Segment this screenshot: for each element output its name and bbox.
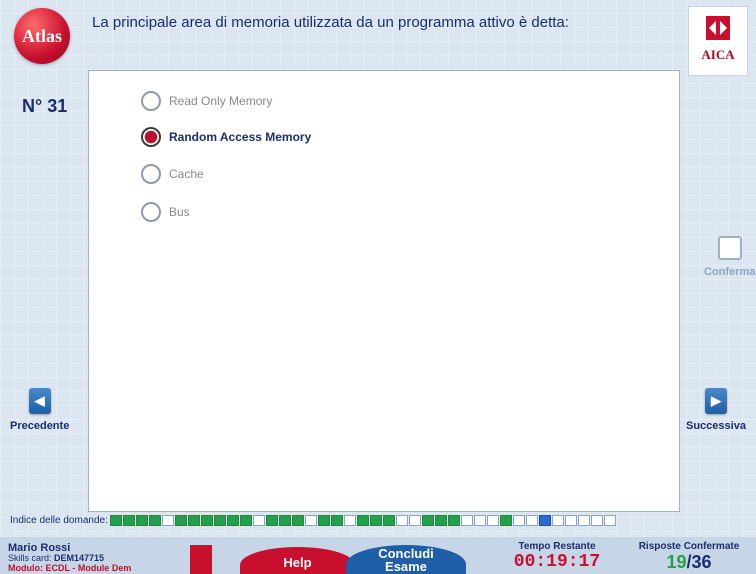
question-index-cell[interactable] xyxy=(408,515,421,526)
skills-card-prefix: Skills card: xyxy=(8,553,52,563)
question-index-cell[interactable] xyxy=(434,515,447,526)
module-name: Modulo: ECDL - Module Dem xyxy=(8,563,132,573)
arrow-right-icon: ▶ xyxy=(704,388,727,414)
question-index-cell[interactable] xyxy=(148,515,161,526)
confirmed-count: 19 xyxy=(666,552,687,572)
option-read-only-memory[interactable]: Read Only Memory xyxy=(141,91,272,111)
question-index-cell[interactable] xyxy=(538,515,551,526)
question-index-cell[interactable] xyxy=(525,515,538,526)
atlas-logo: Atlas xyxy=(14,8,70,64)
question-text: La principale area di memoria utilizzata… xyxy=(92,14,569,31)
question-index-cell[interactable] xyxy=(161,515,174,526)
question-index-cell[interactable] xyxy=(226,515,239,526)
question-index-cell[interactable] xyxy=(447,515,460,526)
checkbox-icon xyxy=(717,236,742,260)
question-index-label: Indice delle domande: xyxy=(10,515,108,526)
confirm-button[interactable]: Conferma xyxy=(704,236,755,278)
confirmed-title: Risposte Confermate xyxy=(638,541,740,552)
question-index-cell[interactable] xyxy=(343,515,356,526)
skills-card: Skills card: DEM147715 xyxy=(8,553,131,563)
question-index-cell[interactable] xyxy=(278,515,291,526)
radio-button-selected[interactable] xyxy=(141,127,161,147)
option-label: Cache xyxy=(169,167,204,181)
next-label: Successiva xyxy=(686,420,746,432)
question-index-cell[interactable] xyxy=(174,515,187,526)
question-index-cell[interactable] xyxy=(577,515,590,526)
confirm-label: Conferma xyxy=(704,266,756,278)
question-index-cell[interactable] xyxy=(551,515,564,526)
time-title: Tempo Restante xyxy=(518,541,596,552)
question-index-cell[interactable] xyxy=(590,515,603,526)
question-index-cell[interactable] xyxy=(486,515,499,526)
question-index-cell[interactable] xyxy=(122,515,135,526)
question-index-cell[interactable] xyxy=(200,515,213,526)
question-index-cell[interactable] xyxy=(473,515,486,526)
question-index-cell[interactable] xyxy=(291,515,304,526)
question-index-cell[interactable] xyxy=(460,515,473,526)
decorative-red-block xyxy=(190,545,212,574)
option-label: Random Access Memory xyxy=(169,130,312,144)
question-index-cell[interactable] xyxy=(512,515,525,526)
question-index-cell[interactable] xyxy=(109,515,122,526)
option-bus[interactable]: Bus xyxy=(141,202,190,222)
question-index-cell[interactable] xyxy=(421,515,434,526)
confirmed-value: 19/36 xyxy=(624,552,754,573)
option-label: Read Only Memory xyxy=(169,94,273,108)
question-index-cell[interactable] xyxy=(135,515,148,526)
end-exam-label-2: Esame xyxy=(385,559,427,574)
question-index-cell[interactable] xyxy=(213,515,226,526)
question-index-cell[interactable] xyxy=(395,515,408,526)
question-index-cell[interactable] xyxy=(356,515,369,526)
question-index-cell[interactable] xyxy=(330,515,343,526)
user-info: Mario Rossi Skills card: DEM147715 Modul… xyxy=(8,542,132,574)
previous-button[interactable]: ◀ Precedente xyxy=(10,388,69,432)
option-label: Bus xyxy=(169,205,190,219)
question-index-cell[interactable] xyxy=(304,515,317,526)
question-index-cell[interactable] xyxy=(252,515,265,526)
arrow-left-icon: ◀ xyxy=(28,388,51,414)
user-name: Mario Rossi xyxy=(8,542,71,554)
question-index-cell[interactable] xyxy=(317,515,330,526)
radio-button[interactable] xyxy=(141,91,161,111)
footer-bar: Mario Rossi Skills card: DEM147715 Modul… xyxy=(0,537,756,574)
confirmed-answers: Risposte Confermate 19/36 xyxy=(624,541,754,573)
help-label: Help xyxy=(283,555,312,570)
aica-label: AICA xyxy=(701,47,735,62)
help-button[interactable]: Help xyxy=(240,547,355,574)
option-cache[interactable]: Cache xyxy=(141,164,204,184)
aica-logo: AICA xyxy=(688,6,748,76)
question-index-cells xyxy=(109,515,616,526)
atlas-logo-text: Atlas xyxy=(22,25,62,46)
previous-label: Precedente xyxy=(10,420,70,432)
end-exam-button[interactable]: Concludi Esame xyxy=(346,545,466,574)
question-index: Indice delle domande: xyxy=(10,515,616,526)
question-index-cell[interactable] xyxy=(369,515,382,526)
time-value: 00:19:17 xyxy=(513,552,601,572)
question-index-cell[interactable] xyxy=(239,515,252,526)
option-random-access-memory[interactable]: Random Access Memory xyxy=(141,127,311,147)
question-number: N° 31 xyxy=(22,96,68,116)
confirmed-total: /36 xyxy=(686,552,712,572)
time-remaining: Tempo Restante 00:19:17 xyxy=(502,541,612,572)
question-index-cell[interactable] xyxy=(603,515,616,526)
question-index-cell[interactable] xyxy=(382,515,395,526)
skills-card-id: DEM147715 xyxy=(54,553,105,563)
question-index-cell[interactable] xyxy=(564,515,577,526)
radio-button[interactable] xyxy=(141,202,161,222)
aica-mark-icon xyxy=(706,16,730,40)
question-index-cell[interactable] xyxy=(265,515,278,526)
question-index-cell[interactable] xyxy=(187,515,200,526)
question-index-cell[interactable] xyxy=(499,515,512,526)
next-button[interactable]: ▶ Successiva xyxy=(686,388,746,432)
radio-button[interactable] xyxy=(141,164,161,184)
answer-panel: Read Only Memory Random Access Memory Ca… xyxy=(88,70,680,512)
